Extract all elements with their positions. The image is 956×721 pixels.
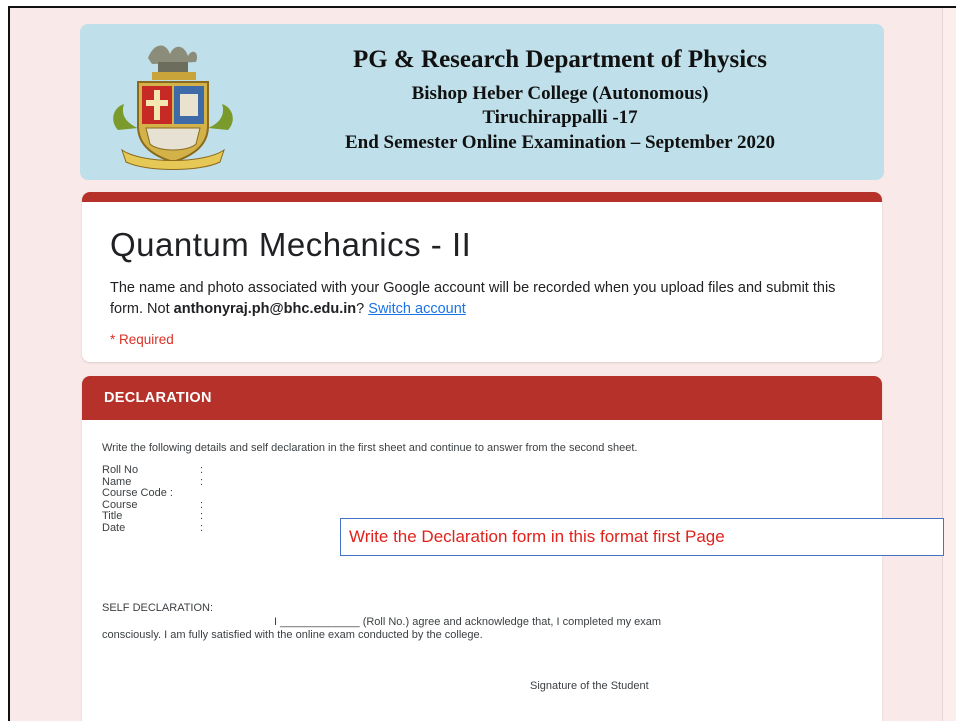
- self-declaration-line-1: I _____________ (Roll No.) agree and ack…: [274, 616, 662, 628]
- field-label: Course Code :: [102, 487, 173, 499]
- header-banner: PG & Research Department of Physics Bish…: [80, 24, 884, 180]
- college-name: Bishop Heber College (Autonomous): [411, 83, 709, 104]
- field-label: Title: [102, 510, 123, 522]
- switch-account-link[interactable]: Switch account: [368, 301, 466, 317]
- required-note: * Required: [110, 332, 174, 347]
- account-email: anthonyraj.ph@bhc.edu.in: [173, 301, 357, 317]
- college-city: Tiruchirappalli -17: [482, 107, 638, 128]
- field-colon: :: [200, 510, 204, 522]
- section-header: DECLARATION: [82, 376, 882, 420]
- field-row: Name:: [102, 475, 862, 489]
- field-label: Date: [102, 521, 126, 534]
- annotation-callout: Write the Declaration form in this forma…: [340, 518, 944, 556]
- field-row: Roll No:: [102, 464, 862, 477]
- form-description: The name and photo associated with your …: [110, 278, 870, 320]
- accent-bar: [82, 192, 882, 202]
- self-declaration-title: SELF DECLARATION:: [102, 602, 214, 614]
- declaration-intro: Write the following details and self dec…: [102, 442, 638, 454]
- department-title: PG & Research Department of Physics: [352, 46, 768, 73]
- field-label: Roll No: [102, 464, 139, 476]
- field-colon: :: [200, 464, 204, 476]
- scrollbar-strip[interactable]: [942, 8, 956, 721]
- exam-name: End Semester Online Examination – Septem…: [345, 132, 775, 153]
- self-declaration-line-2: consciously. I am fully satisfied with t…: [102, 629, 483, 641]
- field-row: Course Code :: [102, 487, 862, 500]
- question-mark: ?: [356, 301, 365, 317]
- field-row: Course:: [102, 499, 862, 512]
- screenshot-frame: PG & Research Department of Physics Bish…: [8, 6, 956, 721]
- field-colon: :: [200, 521, 204, 534]
- signature-label: Signature of the Student: [530, 680, 649, 692]
- form-title-card: Quantum Mechanics - II The name and phot…: [82, 192, 882, 362]
- form-title: Quantum Mechanics - II: [110, 226, 472, 263]
- college-crest-icon: [113, 45, 233, 170]
- banner-text: PG & Research Department of Physics Bish…: [240, 44, 880, 156]
- field-colon: :: [200, 475, 204, 488]
